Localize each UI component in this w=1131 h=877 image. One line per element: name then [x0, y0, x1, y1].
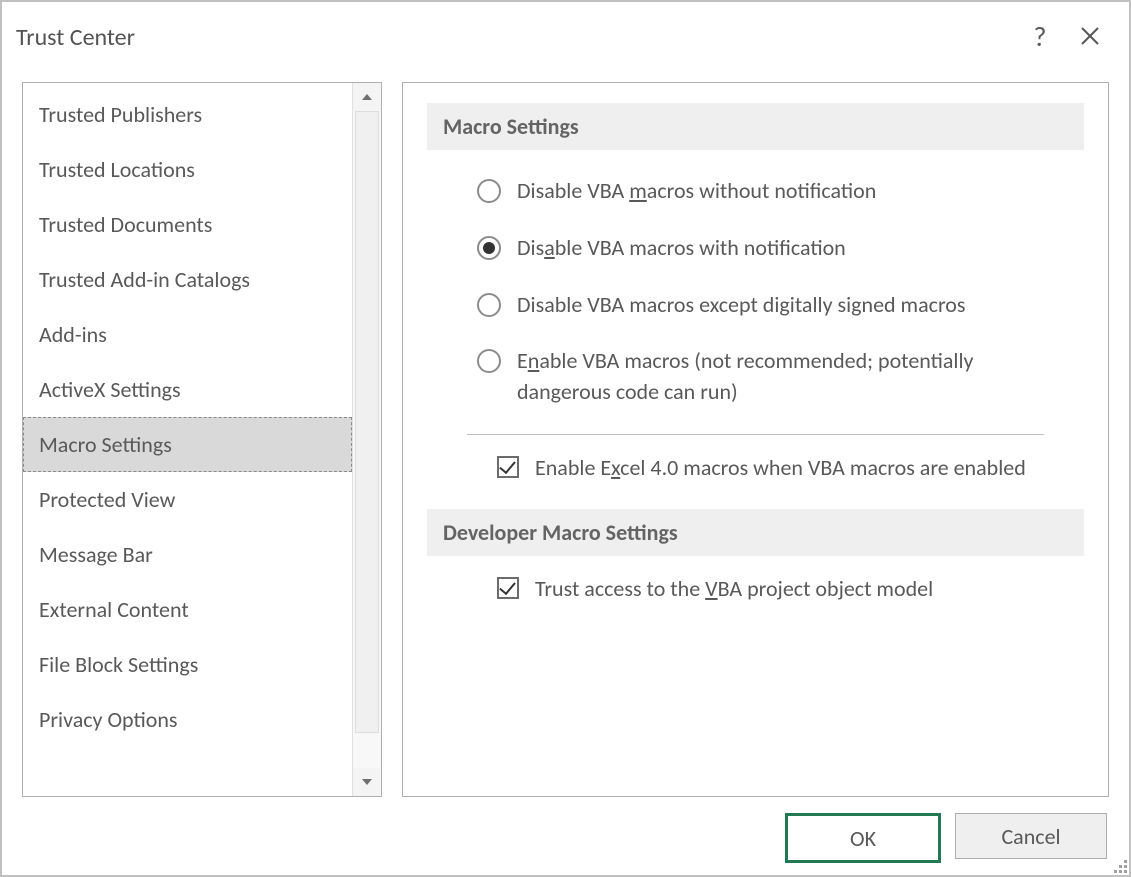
- radio-label: Disable VBA macros except digitally sign…: [517, 290, 965, 321]
- macro-radio-group: Disable VBA macros without notification D…: [427, 168, 1057, 426]
- radio-button[interactable]: [477, 293, 501, 317]
- sidebar-item-trusted-publishers[interactable]: Trusted Publishers: [23, 87, 352, 142]
- sidebar-item-protected-view[interactable]: Protected View: [23, 472, 352, 527]
- divider: [467, 434, 1044, 435]
- radio-label: Disable VBA macros without notification: [517, 176, 876, 207]
- scrollbar-track[interactable]: [353, 111, 381, 768]
- sidebar-item-privacy-options[interactable]: Privacy Options: [23, 692, 352, 747]
- cancel-button[interactable]: Cancel: [955, 813, 1107, 859]
- resize-grip-icon[interactable]: [1111, 857, 1127, 873]
- sidebar-list: Trusted PublishersTrusted LocationsTrust…: [23, 83, 352, 796]
- macro-radio-2[interactable]: Disable VBA macros except digitally sign…: [477, 282, 1057, 339]
- scrollbar-thumb[interactable]: [355, 111, 379, 733]
- excel4-macros-checkbox[interactable]: [497, 456, 519, 478]
- titlebar: Trust Center ?: [2, 2, 1129, 72]
- macro-radio-3[interactable]: Enable VBA macros (not recommended; pote…: [477, 338, 1057, 426]
- sidebar-item-activex-settings[interactable]: ActiveX Settings: [23, 362, 352, 417]
- radio-button[interactable]: [477, 349, 501, 373]
- macro-radio-0[interactable]: Disable VBA macros without notification: [477, 168, 1057, 225]
- radio-label: Enable VBA macros (not recommended; pote…: [517, 346, 1057, 408]
- close-icon[interactable]: [1065, 17, 1115, 57]
- sidebar-item-message-bar[interactable]: Message Bar: [23, 527, 352, 582]
- sidebar-scrollbar[interactable]: [352, 83, 381, 796]
- scroll-down-icon[interactable]: [353, 768, 381, 796]
- section-developer-title: Developer Macro Settings: [427, 509, 1084, 556]
- sidebar-item-trusted-add-in-catalogs[interactable]: Trusted Add-in Catalogs: [23, 252, 352, 307]
- trust-vba-label: Trust access to the VBA project object m…: [535, 574, 933, 605]
- macro-radio-1[interactable]: Disable VBA macros with notification: [477, 225, 1057, 282]
- ok-button[interactable]: OK: [785, 813, 941, 863]
- excel4-macros-label: Enable Excel 4.0 macros when VBA macros …: [535, 453, 1026, 484]
- sidebar-item-external-content[interactable]: External Content: [23, 582, 352, 637]
- sidebar-item-trusted-locations[interactable]: Trusted Locations: [23, 142, 352, 197]
- trust-center-dialog: Trust Center ? Trusted PublishersTrusted…: [0, 0, 1131, 877]
- dialog-title: Trust Center: [16, 23, 1015, 52]
- help-icon[interactable]: ?: [1015, 17, 1065, 57]
- scroll-up-icon[interactable]: [353, 83, 381, 111]
- trust-vba-checkbox[interactable]: [497, 577, 519, 599]
- settings-panel: Macro Settings Disable VBA macros withou…: [402, 82, 1109, 797]
- excel4-macros-checkbox-row[interactable]: Enable Excel 4.0 macros when VBA macros …: [427, 453, 1057, 484]
- radio-button[interactable]: [477, 236, 501, 260]
- radio-label: Disable VBA macros with notification: [517, 233, 846, 264]
- sidebar: Trusted PublishersTrusted LocationsTrust…: [22, 82, 382, 797]
- section-macro-settings-title: Macro Settings: [427, 103, 1084, 150]
- sidebar-item-macro-settings[interactable]: Macro Settings: [23, 417, 352, 472]
- sidebar-item-add-ins[interactable]: Add-ins: [23, 307, 352, 362]
- sidebar-item-file-block-settings[interactable]: File Block Settings: [23, 637, 352, 692]
- radio-button[interactable]: [477, 179, 501, 203]
- footer: OK Cancel: [2, 801, 1129, 875]
- trust-vba-checkbox-row[interactable]: Trust access to the VBA project object m…: [427, 574, 1057, 605]
- content-area: Trusted PublishersTrusted LocationsTrust…: [2, 72, 1129, 801]
- sidebar-item-trusted-documents[interactable]: Trusted Documents: [23, 197, 352, 252]
